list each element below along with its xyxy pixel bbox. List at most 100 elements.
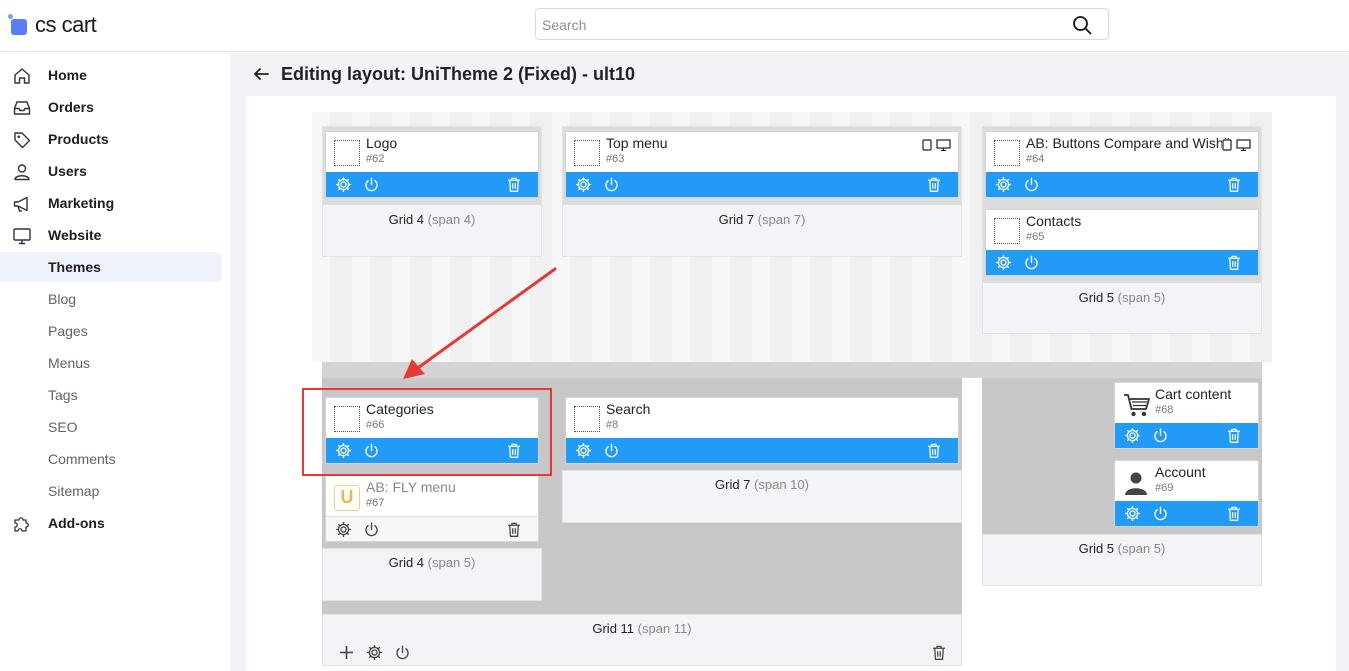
- power-icon[interactable]: [603, 442, 620, 459]
- block-id: #69: [1155, 482, 1174, 494]
- gear-icon[interactable]: [1124, 505, 1141, 522]
- block-toolbar: [986, 172, 1258, 197]
- trash-icon[interactable]: [506, 521, 522, 538]
- block-id: #63: [606, 153, 625, 165]
- sidebar-item-add-ons[interactable]: Add-ons: [0, 508, 222, 538]
- block-logo[interactable]: Logo #62: [325, 131, 539, 198]
- grid-label: Grid 5: [1078, 290, 1115, 305]
- grid-11-span-11[interactable]: Grid 11 (span 11): [322, 614, 962, 666]
- trash-icon[interactable]: [926, 442, 942, 459]
- power-icon[interactable]: [394, 644, 411, 661]
- device-visibility-icon: [1222, 139, 1252, 151]
- annotation-arrow-icon: [403, 267, 557, 379]
- block-id: #64: [1026, 153, 1045, 165]
- add-icon[interactable]: [339, 645, 354, 660]
- trash-icon[interactable]: [506, 176, 522, 193]
- block-name: Cart content: [1155, 386, 1232, 402]
- tag-icon: [14, 132, 31, 149]
- grid-4-span-5[interactable]: Grid 4 (span 5): [322, 548, 542, 601]
- home-icon: [14, 68, 30, 84]
- sidebar-item-pages[interactable]: Pages: [0, 316, 222, 346]
- sidebar-item-label: Products: [48, 131, 109, 147]
- sidebar-item-website[interactable]: Website: [0, 220, 222, 250]
- block-contacts[interactable]: Contacts #65: [985, 209, 1259, 276]
- block-ab-buttons-compare-wishlist[interactable]: AB: Buttons Compare and Wishlist #64: [985, 131, 1259, 198]
- block-id: #8: [606, 419, 619, 431]
- gear-icon[interactable]: [366, 644, 383, 661]
- sidebar-item-label: Add-ons: [48, 515, 105, 531]
- power-icon[interactable]: [603, 176, 620, 193]
- sidebar-item-label: Themes: [48, 259, 101, 275]
- search-icon[interactable]: [1072, 15, 1092, 35]
- power-icon[interactable]: [1152, 427, 1169, 444]
- sidebar-item-menus[interactable]: Menus: [0, 348, 222, 378]
- sidebar-item-label: Home: [48, 67, 87, 83]
- grid-label: Grid 7: [718, 212, 755, 227]
- block-ab-fly-menu[interactable]: U AB: FLY menu #67: [325, 475, 539, 542]
- sidebar-item-label: Sitemap: [48, 483, 100, 499]
- power-icon[interactable]: [363, 176, 380, 193]
- block-top-menu[interactable]: Top menu #63: [565, 131, 959, 198]
- power-icon[interactable]: [1023, 176, 1040, 193]
- back-arrow-icon[interactable]: [252, 65, 270, 83]
- block-cart-content[interactable]: Cart content #68: [1114, 382, 1259, 449]
- search-input[interactable]: [542, 15, 1062, 35]
- power-icon[interactable]: [363, 521, 380, 538]
- block-name: AB: Buttons Compare and Wishlist: [1026, 135, 1241, 151]
- page-title: Editing layout: UniTheme 2 (Fixed) - ult…: [281, 64, 636, 84]
- sidebar-item-themes[interactable]: Themes: [0, 252, 222, 282]
- block-id: #67: [366, 497, 385, 509]
- sidebar-item-blog[interactable]: Blog: [0, 284, 222, 314]
- block-id: #65: [1026, 231, 1045, 243]
- sidebar-item-comments[interactable]: Comments: [0, 444, 222, 474]
- power-icon[interactable]: [1152, 505, 1169, 522]
- gear-icon[interactable]: [995, 176, 1012, 193]
- sidebar-item-label: Pages: [48, 323, 88, 339]
- trash-icon[interactable]: [1226, 505, 1242, 522]
- gear-icon[interactable]: [335, 521, 352, 538]
- gear-icon[interactable]: [1124, 427, 1141, 444]
- block-toolbar: [986, 250, 1258, 275]
- trash-icon[interactable]: [1226, 427, 1242, 444]
- cs-cart-logo[interactable]: cs cart: [8, 10, 97, 40]
- gear-icon[interactable]: [335, 176, 352, 193]
- sidebar-item-label: Website: [48, 227, 102, 243]
- power-icon[interactable]: [1023, 254, 1040, 271]
- fly-menu-u-icon: U: [334, 485, 360, 511]
- sidebar-item-sitemap[interactable]: Sitemap: [0, 476, 222, 506]
- gear-icon[interactable]: [575, 442, 592, 459]
- sidebar-item-label: Comments: [48, 451, 116, 467]
- grid-span: (span 4): [427, 212, 476, 227]
- sidebar-item-products[interactable]: Products: [0, 124, 222, 154]
- block-account[interactable]: Account #69: [1114, 460, 1259, 527]
- grid-span: (span 5): [427, 555, 476, 570]
- block-placeholder-icon: [334, 140, 360, 166]
- sidebar-item-users[interactable]: Users: [0, 156, 222, 186]
- trash-icon[interactable]: [1226, 254, 1242, 271]
- sidebar-item-home[interactable]: Home: [0, 60, 222, 90]
- account-user-icon: [1125, 472, 1147, 495]
- sidebar-item-tags[interactable]: Tags: [0, 380, 222, 410]
- logo-mark-icon: [8, 14, 28, 36]
- inbox-icon: [13, 101, 31, 115]
- grid-7-span-10[interactable]: Grid 7 (span 10): [562, 470, 962, 523]
- sidebar-item-label: Marketing: [48, 195, 115, 211]
- trash-icon[interactable]: [926, 176, 942, 193]
- block-toolbar: [326, 516, 538, 541]
- block-name: Search: [606, 401, 651, 417]
- block-placeholder-icon: [994, 218, 1020, 244]
- sidebar-item-orders[interactable]: Orders: [0, 92, 222, 122]
- gear-icon[interactable]: [575, 176, 592, 193]
- block-toolbar: [1115, 423, 1258, 448]
- sidebar-item-label: Orders: [48, 99, 94, 115]
- trash-icon[interactable]: [1226, 176, 1242, 193]
- block-id: #62: [366, 153, 385, 165]
- sidebar-item-seo[interactable]: SEO: [0, 412, 222, 442]
- trash-icon[interactable]: [931, 644, 947, 661]
- block-name: Logo: [366, 135, 398, 151]
- sidebar-item-marketing[interactable]: Marketing: [0, 188, 222, 218]
- grid-5-span-5-bottom[interactable]: Grid 5 (span 5): [982, 534, 1262, 586]
- sidebar-item-label: Users: [48, 163, 87, 179]
- block-search[interactable]: Search #8: [565, 397, 959, 464]
- gear-icon[interactable]: [995, 254, 1012, 271]
